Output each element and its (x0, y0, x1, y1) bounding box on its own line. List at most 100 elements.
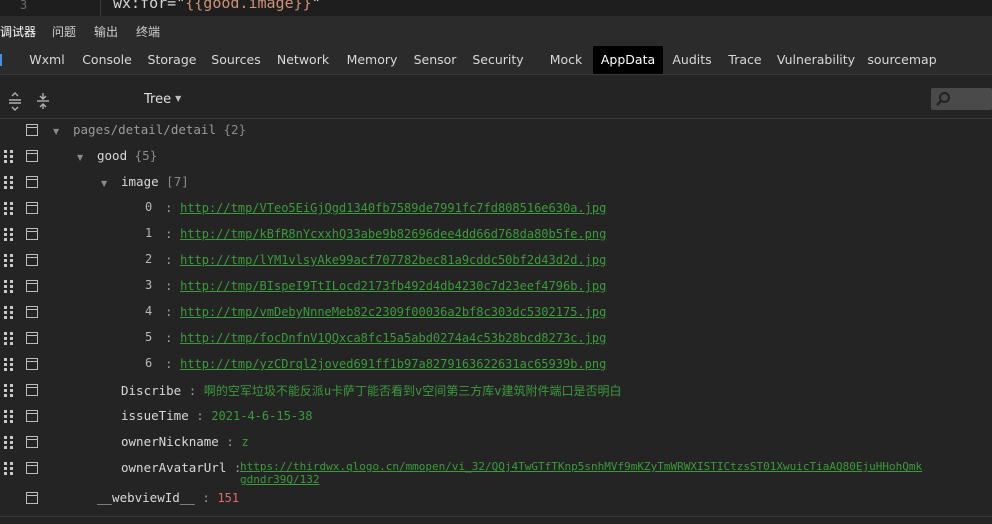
collapse-all-icon[interactable] (32, 90, 54, 112)
array-index: 0 (145, 200, 153, 214)
key-image: image (121, 174, 159, 189)
tab-output[interactable]: 输出 (94, 23, 118, 40)
view-mode-label: Tree (144, 92, 172, 107)
search-input[interactable] (931, 88, 992, 110)
tab-security[interactable]: Security (468, 46, 528, 74)
image-url-link[interactable]: http://tmp/VTeo5EiGjQgd1340fb7589de7991f… (180, 201, 606, 215)
expand-arrow-icon[interactable]: ▼ (77, 153, 83, 162)
edit-icon[interactable] (26, 436, 38, 448)
tree-row-image-item: 0 : http://tmp/VTeo5EiGjQgd1340fb7589de7… (0, 196, 992, 222)
drag-handle-icon[interactable] (4, 228, 14, 242)
image-url-link[interactable]: http://tmp/focDnfnV1QQxca8fc15a5abd0274a… (180, 331, 606, 345)
key-owneravatarurl: ownerAvatarUrl (121, 460, 227, 475)
edit-icon[interactable] (26, 202, 38, 214)
edit-icon[interactable] (26, 254, 38, 266)
value-ownernickname[interactable]: z (241, 435, 248, 449)
colon: : (165, 200, 173, 215)
drag-handle-icon[interactable] (4, 280, 14, 294)
line-number: 3 (20, 0, 28, 12)
drag-handle-icon[interactable] (4, 176, 14, 190)
tree-row-issuetime: issueTime : 2021-4-6-15-38 (0, 404, 992, 430)
tree-value: : http://tmp/focDnfnV1QQxca8fc15a5abd027… (165, 330, 606, 345)
edit-icon[interactable] (26, 358, 38, 370)
code-quote: " (311, 0, 321, 12)
image-url-link[interactable]: http://tmp/yzCDrql2joved691ff1b97a827916… (180, 357, 606, 371)
tab-wxml[interactable]: Wxml (22, 46, 72, 74)
tab-mock[interactable]: Mock (542, 46, 590, 74)
tab-memory[interactable]: Memory (341, 46, 403, 74)
drag-handle-icon[interactable] (4, 202, 14, 216)
array-index: 1 (145, 226, 153, 240)
array-index: 3 (145, 278, 153, 292)
tree-key: Discribe : 啊的空军垃圾不能反派u卡萨丁能否看到v空间第三方库v建筑附… (121, 382, 622, 399)
edit-icon[interactable] (26, 384, 38, 396)
tab-problems[interactable]: 问题 (52, 23, 76, 40)
tab-trace[interactable]: Trace (724, 46, 766, 74)
edit-icon[interactable] (26, 176, 38, 188)
drag-handle-icon[interactable] (4, 332, 14, 346)
appdata-toolbar: Tree ▼ (0, 86, 992, 116)
root-path: pages/detail/detail (73, 122, 216, 137)
image-url-link[interactable]: http://tmp/vmDebyNnneMeb82c2309f00036a2b… (180, 305, 606, 319)
value-webviewid[interactable]: 151 (217, 491, 239, 505)
tab-sourcemap[interactable]: sourcemap (866, 46, 938, 74)
tab-vulnerability[interactable]: Vulnerability (776, 46, 856, 74)
edit-icon[interactable] (26, 462, 38, 474)
tab-console[interactable]: Console (77, 46, 137, 74)
edit-icon[interactable] (26, 410, 38, 422)
image-url-link[interactable]: http://tmp/kBfR8nYcxxhQ33abe9b82696dee4d… (180, 227, 606, 241)
tab-terminal[interactable]: 终端 (136, 23, 160, 40)
drag-handle-icon[interactable] (4, 384, 14, 398)
edit-icon[interactable] (26, 492, 38, 504)
edit-icon[interactable] (26, 228, 38, 240)
image-url-link[interactable]: http://tmp/lYM1vlsyAke99acf707782bec81a9… (180, 253, 606, 267)
drag-handle-icon[interactable] (4, 150, 14, 164)
tab-audits[interactable]: Audits (667, 46, 717, 74)
tree-row-root: ▼ pages/detail/detail {2} (0, 118, 992, 144)
tree-value: : http://tmp/lYM1vlsyAke99acf707782bec81… (165, 252, 606, 267)
edit-icon[interactable] (26, 332, 38, 344)
tree-key: image [7] (121, 174, 189, 189)
drag-handle-icon[interactable] (4, 436, 14, 450)
key-ownernickname: ownerNickname (121, 434, 219, 449)
colon: : (196, 408, 204, 423)
devtools-tab-bar: Wxml Console Storage Sources Network Mem… (0, 46, 992, 75)
drag-handle-icon[interactable] (4, 254, 14, 268)
code-line[interactable]: wx:for="{{good.image}}" (113, 0, 321, 12)
expand-arrow-icon[interactable]: ▼ (101, 179, 107, 188)
tab-sensor[interactable]: Sensor (408, 46, 462, 74)
tab-sources[interactable]: Sources (207, 46, 265, 74)
tree-row-image-item: 6 : http://tmp/yzCDrql2joved691ff1b97a82… (0, 352, 992, 378)
array-index: 4 (145, 304, 153, 318)
tree-row-image: ▼ image [7] (0, 170, 992, 196)
value-discribe[interactable]: 啊的空军垃圾不能反派u卡萨丁能否看到v空间第三方库v建筑附件端口是否明白 (204, 384, 622, 398)
edit-icon[interactable] (26, 306, 38, 318)
edit-icon[interactable] (26, 280, 38, 292)
expand-arrow-icon[interactable]: ▼ (53, 127, 59, 136)
tree-value: : http://tmp/kBfR8nYcxxhQ33abe9b82696dee… (165, 226, 606, 241)
drag-handle-icon[interactable] (4, 306, 14, 320)
tab-network[interactable]: Network (272, 46, 334, 74)
key-discribe: Discribe (121, 383, 182, 398)
expand-all-icon[interactable] (4, 90, 26, 112)
tree-row-image-item: 3 : http://tmp/BIspeI9TtILocd2173fb492d4… (0, 274, 992, 300)
avatar-url-value: https://thirdwx.qlogo.cn/mmopen/vi_32/QQ… (240, 460, 992, 486)
avatar-url-link-line2[interactable]: gdndr39Q/132 (240, 473, 992, 486)
panel-tab-bar: 调试器 问题 输出 终端 (0, 16, 992, 47)
tree-key: pages/detail/detail {2} (73, 122, 246, 137)
tree-row-ownernickname: ownerNickname : z (0, 430, 992, 456)
drag-handle-icon[interactable] (4, 462, 14, 476)
image-url-link[interactable]: http://tmp/BIspeI9TtILocd2173fb492d4db42… (180, 279, 606, 293)
tab-storage[interactable]: Storage (142, 46, 202, 74)
value-issuetime[interactable]: 2021-4-6-15-38 (211, 409, 312, 423)
tab-appdata[interactable]: AppData (593, 46, 663, 74)
view-mode-dropdown[interactable]: Tree ▼ (144, 92, 181, 107)
edit-icon[interactable] (26, 124, 38, 136)
tab-debugger[interactable]: 调试器 (0, 23, 36, 40)
key-issuetime: issueTime (121, 408, 189, 423)
edit-icon[interactable] (26, 150, 38, 162)
drag-handle-icon[interactable] (4, 358, 14, 372)
colon: : (165, 356, 173, 371)
avatar-url-link-line1[interactable]: https://thirdwx.qlogo.cn/mmopen/vi_32/QQ… (240, 460, 992, 473)
drag-handle-icon[interactable] (4, 410, 14, 424)
